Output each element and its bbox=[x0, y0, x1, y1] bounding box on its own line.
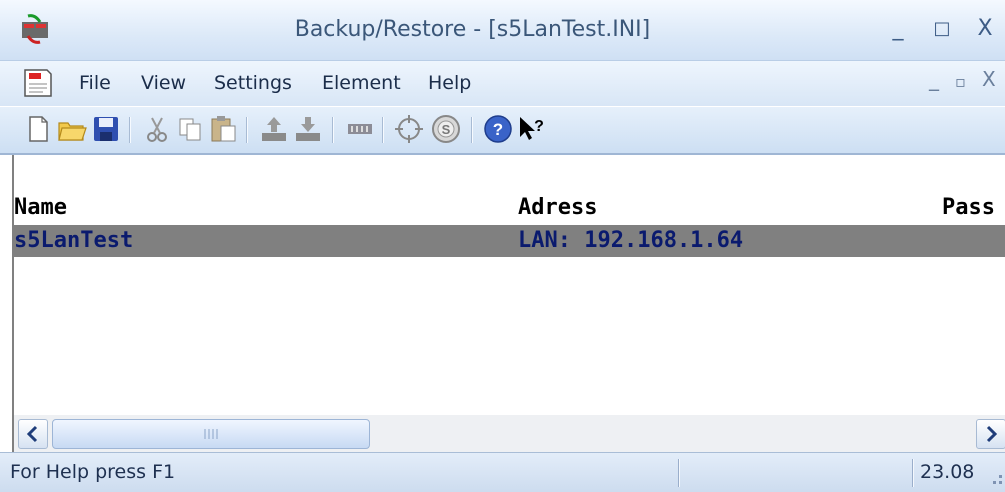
close-button[interactable]: X bbox=[970, 14, 1000, 44]
menu-view[interactable]: View bbox=[141, 61, 186, 106]
title-bar: Backup/Restore - [s5LanTest.INI] _ □ X bbox=[0, 0, 1005, 61]
maximize-button[interactable]: □ bbox=[927, 14, 957, 44]
toolbar-separator bbox=[246, 117, 248, 143]
mdi-minimize-button[interactable]: _ bbox=[929, 67, 939, 91]
cut-icon[interactable] bbox=[141, 113, 173, 145]
toolbar-separator bbox=[332, 117, 334, 143]
copy-icon[interactable] bbox=[174, 113, 206, 145]
target-icon[interactable] bbox=[393, 113, 425, 145]
chevron-right-icon bbox=[986, 425, 998, 443]
open-folder-icon[interactable] bbox=[56, 113, 88, 145]
document-icon[interactable] bbox=[21, 67, 55, 99]
help-icon[interactable]: ? bbox=[482, 113, 514, 145]
toolbar-separator bbox=[382, 117, 384, 143]
menu-bar: File View Settings Element Help _ ▫ X bbox=[0, 61, 1005, 106]
row-address-cell: LAN: 192.168.1.64 bbox=[518, 228, 744, 253]
table-row[interactable]: s5LanTest LAN: 192.168.1.64 bbox=[14, 225, 1005, 257]
status-help-text: For Help press F1 bbox=[10, 461, 176, 483]
window-title: Backup/Restore - [s5LanTest.INI] bbox=[294, 17, 651, 42]
minimize-button[interactable]: _ bbox=[883, 14, 913, 44]
menu-element[interactable]: Element bbox=[322, 61, 401, 106]
column-header-address[interactable]: Adress bbox=[518, 193, 597, 223]
menu-help[interactable]: Help bbox=[428, 61, 471, 106]
mdi-restore-button[interactable]: ▫ bbox=[955, 72, 966, 91]
svg-text:?: ? bbox=[534, 118, 544, 135]
svg-text:S: S bbox=[442, 122, 451, 137]
menu-settings[interactable]: Settings bbox=[214, 61, 292, 106]
toolbar: S ? ? bbox=[0, 107, 1005, 155]
menu-file[interactable]: File bbox=[79, 61, 111, 106]
horizontal-scrollbar[interactable] bbox=[12, 415, 1005, 452]
new-file-icon[interactable] bbox=[22, 113, 54, 145]
toolbar-separator bbox=[471, 117, 473, 143]
chevron-left-icon bbox=[26, 425, 38, 443]
context-help-icon[interactable]: ? bbox=[515, 113, 547, 145]
status-bar: For Help press F1 23.08 bbox=[0, 452, 1005, 492]
scroll-left-button[interactable] bbox=[18, 419, 48, 449]
toolbar-separator bbox=[129, 117, 131, 143]
scroll-right-button[interactable] bbox=[976, 419, 1005, 449]
status-value: 23.08 bbox=[920, 461, 975, 483]
s-circle-icon[interactable]: S bbox=[430, 113, 462, 145]
column-header-name[interactable]: Name bbox=[14, 193, 67, 223]
resize-grip-icon[interactable] bbox=[985, 467, 1005, 487]
paste-icon[interactable] bbox=[207, 113, 239, 145]
save-icon[interactable] bbox=[90, 113, 122, 145]
mdi-close-button[interactable]: X bbox=[982, 67, 996, 91]
connector-icon[interactable] bbox=[344, 113, 376, 145]
upload-icon[interactable] bbox=[258, 113, 290, 145]
scroll-thumb[interactable] bbox=[52, 419, 370, 449]
column-header-pass[interactable]: Pass bbox=[942, 193, 995, 223]
download-icon[interactable] bbox=[292, 113, 324, 145]
element-list[interactable]: Name Adress Pass s5LanTest LAN: 192.168.… bbox=[12, 155, 1005, 415]
status-separator bbox=[912, 459, 914, 487]
svg-text:?: ? bbox=[493, 120, 503, 139]
grip-lines-icon bbox=[204, 429, 218, 439]
row-name-cell: s5LanTest bbox=[14, 228, 134, 253]
status-separator bbox=[678, 459, 680, 487]
